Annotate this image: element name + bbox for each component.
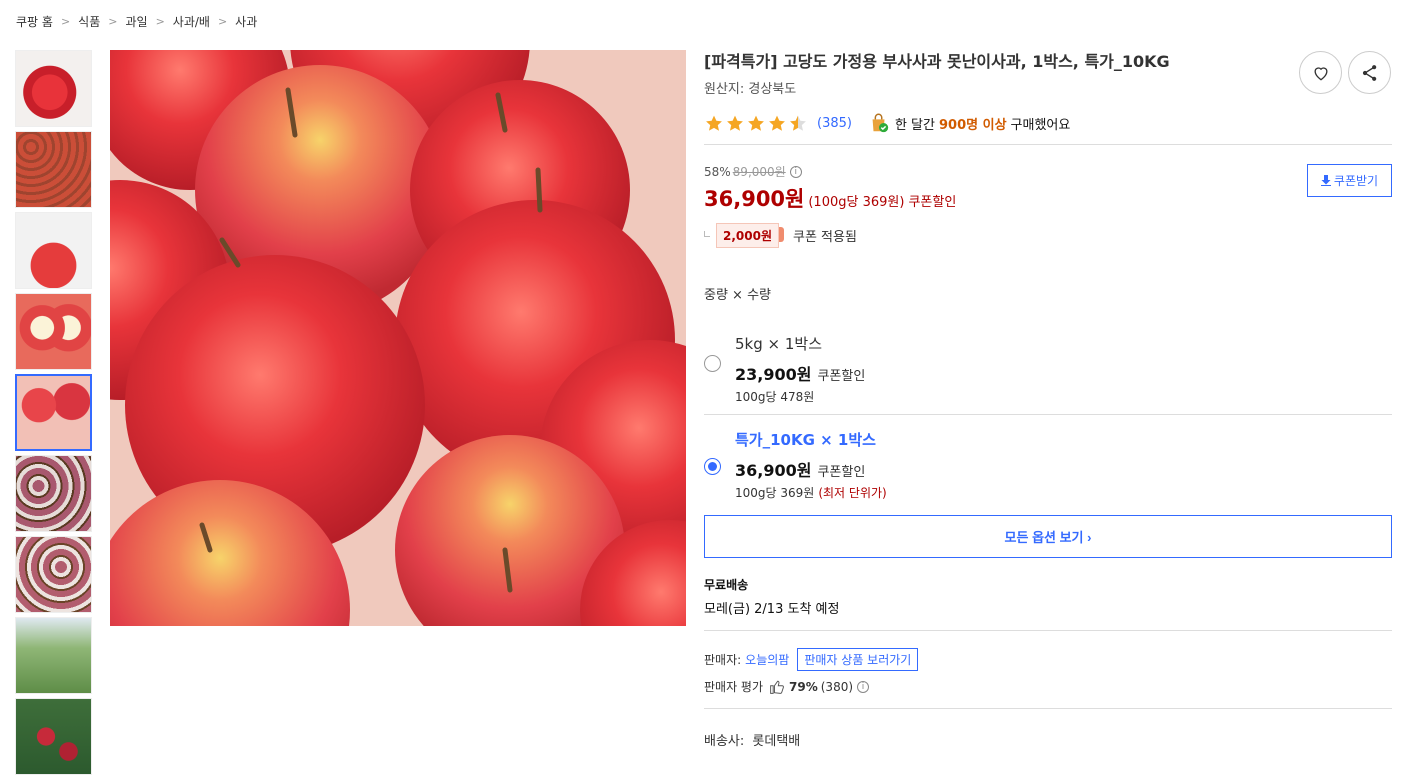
option-title: 중량 × 수량 [704,288,771,303]
arrival-date: 모레(금) 2/13 도착 예정 [704,602,840,617]
price-row: 36,900원 (100g당 369원) 쿠폰할인 [704,183,1392,213]
star-full-icon [769,115,785,131]
info-icon[interactable]: i [857,680,870,693]
option-item-5kg[interactable]: 5kg × 1박스 23,900원 쿠폰할인 100g당 478원 [704,333,1392,415]
breadcrumb-apple[interactable]: 사과 [235,13,257,30]
option-radio-selected[interactable] [704,458,721,475]
seller-row: 판매자: 오늘의팜 판매자 상품 보러가기 [704,648,1392,671]
option-coupon-label: 쿠폰할인 [817,369,866,384]
thumbnail-4[interactable] [15,293,92,370]
coupon-amount-badge: 2,000원 [716,223,784,248]
divider [704,144,1392,145]
rating-row: (385) 한 달간 900명 이상 구매했어요 [704,112,1392,134]
chevron-right-icon: > [60,15,71,28]
view-all-options-button[interactable]: 모든 옵션 보기 › [704,515,1392,558]
apples-illustration [110,50,686,626]
chevron-right-icon: > [155,15,165,28]
thumbnail-1[interactable] [15,50,92,127]
chevron-right-icon: > [217,15,228,28]
option-unit-price: 100g당 478원 [735,390,815,404]
purchase-count-highlight: 900명 이상 [938,117,1007,133]
divider [704,708,1392,709]
breadcrumb-home[interactable]: 쿠팡 홈 [16,13,53,30]
seller-rating-percent: 79% [789,679,818,694]
discount-row: 58% 89,000원 i [704,163,1392,180]
purchase-count: 한 달간 900명 이상 구매했어요 [868,112,1070,134]
purchase-count-pre: 한 달간 [894,117,935,133]
product-origin: 원산지: 경상북도 [704,82,797,97]
unit-price: (100g당 369원) [808,195,905,210]
coupon-applied-text: 쿠폰 적용됨 [793,230,857,245]
seller-rating-count: (380) [820,679,854,694]
breadcrumb-fruit[interactable]: 과일 [125,13,147,30]
thumbnail-2[interactable] [15,131,92,208]
thumbs-up-icon [770,680,784,694]
coupon-discount-label: 쿠폰할인 [908,195,957,210]
chevron-right-icon: > [108,15,118,28]
star-full-icon [727,115,743,131]
wishlist-button[interactable] [1299,51,1342,94]
share-button[interactable] [1348,51,1391,94]
discount-rate: 58% [704,164,731,179]
courier-name: 롯데택배 [752,734,801,749]
download-coupon-button[interactable]: 쿠폰받기 [1307,164,1392,197]
product-info: [파격특가] 고당도 가정용 부사사과 못난이사과, 1박스, 특가_10KG … [704,50,1392,749]
breadcrumb-food[interactable]: 식품 [78,13,100,30]
star-full-icon [706,115,722,131]
courier-label: 배송사: [704,734,745,749]
courier-row: 배송사: 롯데택배 [704,730,1392,749]
breadcrumb: 쿠팡 홈 > 식품 > 과일 > 사과/배 > 사과 [16,13,257,30]
coupon-applied-row: 2,000원 쿠폰 적용됨 [704,223,1392,248]
seller-products-button[interactable]: 판매자 상품 보러가기 [797,648,919,671]
option-coupon-label: 쿠폰할인 [817,465,866,480]
seller-label: 판매자: [704,653,742,667]
option-price: 23,900원 [735,365,812,384]
review-count-link[interactable]: (385) [817,116,852,131]
thumbnail-list [15,50,92,777]
star-half-icon [790,115,806,131]
share-icon [1362,64,1376,81]
lowest-unit-price-badge: (최저 단위가) [818,486,887,500]
thumbnail-9[interactable] [15,698,92,775]
seller-rating-label: 판매자 평가 [704,680,764,694]
thumbnail-5[interactable] [15,374,92,451]
breadcrumb-apple-pear[interactable]: 사과/배 [173,13,210,30]
thumbnail-6[interactable] [15,455,92,532]
free-shipping-label: 무료배송 [704,578,749,592]
divider [704,630,1392,631]
info-icon[interactable]: i [789,165,802,178]
original-price: 89,000원 [732,165,786,179]
option-item-10kg[interactable]: 특가_10KG × 1박스 36,900원 쿠폰할인 100g당 369원 (최저… [704,415,1392,515]
star-full-icon [748,115,764,131]
purchase-count-post: 구매했어요 [1010,117,1071,133]
seller-rating-row: 판매자 평가 79% (380) i [704,678,1392,695]
corner-indicator [704,230,710,237]
main-product-image [110,50,686,626]
thumbnail-8[interactable] [15,617,92,694]
heart-icon [1313,66,1328,80]
seller-name-link[interactable]: 오늘의팜 [745,651,789,668]
option-unit-price: 100g당 369원 [735,486,815,500]
option-price: 36,900원 [735,461,812,480]
shipping-info: 무료배송 모레(금) 2/13 도착 예정 [704,576,1392,617]
sale-price: 36,900원 [704,187,805,211]
product-title: [파격특가] 고당도 가정용 부사사과 못난이사과, 1박스, 특가_10KG [704,52,1170,71]
thumbnail-3[interactable] [15,212,92,289]
coupon-button-label: 쿠폰받기 [1333,174,1379,188]
option-name: 5kg × 1박스 [735,335,822,353]
shopping-bag-check-icon [872,113,889,133]
option-name: 특가_10KG × 1박스 [735,431,876,449]
star-rating[interactable] [704,114,808,133]
option-radio[interactable] [704,355,721,372]
thumbnail-7[interactable] [15,536,92,613]
download-icon [1320,175,1331,186]
